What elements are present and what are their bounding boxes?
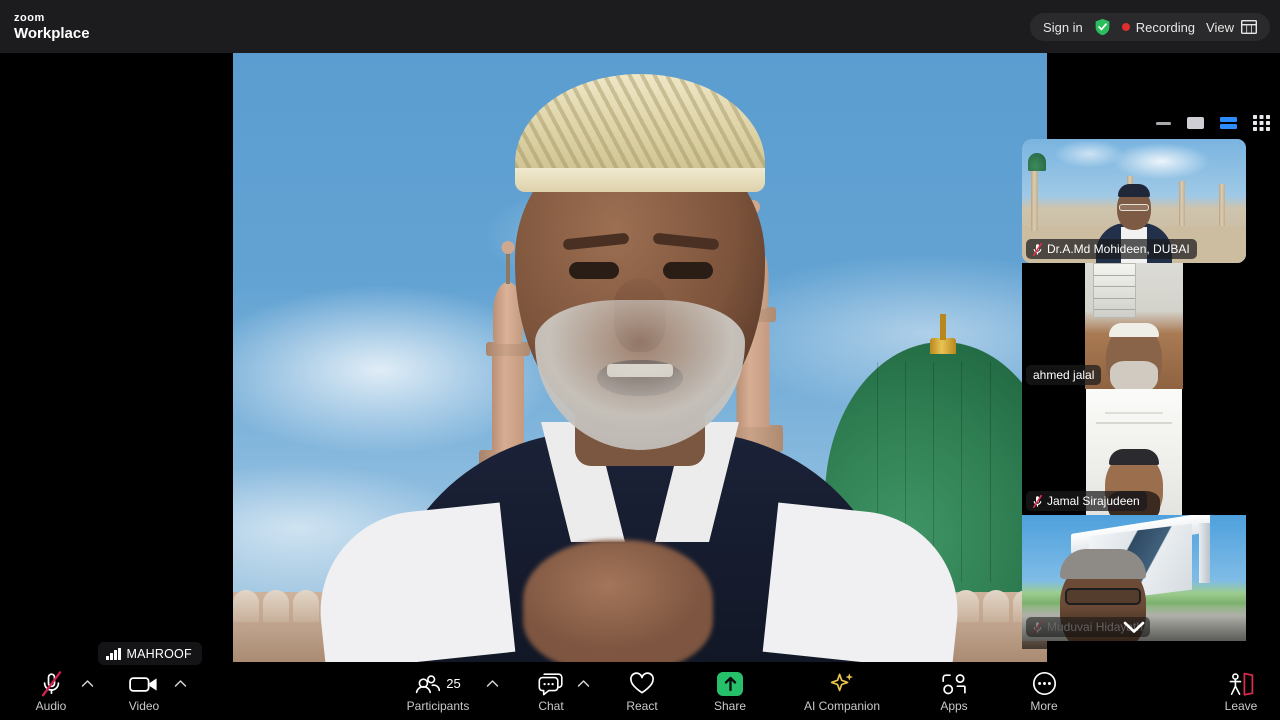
speaker-figure (310, 74, 968, 662)
react-button[interactable]: React (619, 664, 665, 718)
more-button[interactable]: More (1021, 664, 1067, 718)
participant-name-label: Dr.A.Md Mohideen, DUBAI (1026, 239, 1197, 259)
participant-thumbnail[interactable]: ahmed jalal (1022, 263, 1246, 389)
apps-icon (941, 671, 967, 697)
toolbar-center-group: 25 Participants Chat React Share AI Comp… (403, 664, 1067, 718)
mic-muted-icon (1033, 242, 1042, 256)
participants-count: 25 (446, 676, 461, 691)
participants-options-chevron-up-icon[interactable] (483, 675, 502, 693)
sign-in-button[interactable]: Sign in (1043, 20, 1083, 35)
more-label: More (1030, 698, 1058, 713)
recording-label: Recording (1135, 19, 1196, 35)
share-button[interactable]: Share (707, 664, 753, 718)
ellipsis-circle-icon (1032, 671, 1057, 697)
audio-options-chevron-up-icon[interactable] (78, 675, 97, 693)
chat-bubble-icon (538, 671, 564, 697)
participant-name-text: Dr.A.Md Mohideen, DUBAI (1047, 242, 1190, 256)
speaker-view-icon[interactable] (1220, 116, 1237, 135)
video-stage: MAHROOF Dr.A.Md Mohideen, DUBAI ahmed ja… (0, 53, 1280, 665)
brand-zoom-text: zoom (14, 11, 45, 24)
mic-muted-icon (39, 670, 64, 697)
view-label: View (1206, 19, 1234, 35)
ai-companion-button[interactable]: AI Companion (797, 664, 887, 718)
shield-check-icon[interactable] (1094, 18, 1111, 36)
main-speaker-name: MAHROOF (126, 646, 192, 661)
minimize-icon[interactable] (1156, 116, 1171, 135)
participant-name-text: ahmed jalal (1033, 368, 1095, 382)
heart-icon (629, 671, 655, 697)
main-speaker-name-badge: MAHROOF (98, 642, 202, 665)
toolbar-right-group: Leave (1218, 664, 1264, 718)
gallery-grid-icon[interactable] (1253, 115, 1270, 136)
participant-thumbnail[interactable]: Jamal Sirajudeen (1022, 389, 1246, 515)
react-label: React (626, 698, 658, 713)
participant-name-text: Jamal Sirajudeen (1047, 494, 1140, 508)
ai-companion-label: AI Companion (803, 698, 881, 713)
leave-door-icon (1227, 671, 1255, 697)
single-screen-icon[interactable] (1187, 116, 1204, 135)
camera-icon (129, 671, 159, 697)
scroll-participants-down-button[interactable] (1022, 605, 1246, 649)
layout-icon (1241, 20, 1257, 34)
zoom-meeting-window: zoom Workplace Sign in Recording View MA… (0, 0, 1280, 720)
people-icon (415, 674, 441, 694)
apps-label: Apps (940, 698, 968, 713)
chevron-down-icon (1123, 621, 1145, 634)
share-label: Share (713, 698, 747, 713)
brand-workplace-text: Workplace (14, 24, 90, 42)
audio-label: Audio (35, 698, 67, 713)
chat-button[interactable]: Chat (528, 664, 574, 718)
recording-dot-icon (1121, 23, 1130, 31)
audio-level-bars-icon (106, 647, 121, 660)
view-mode-controls (1156, 115, 1270, 136)
video-label: Video (128, 698, 160, 713)
leave-label: Leave (1224, 698, 1258, 713)
participant-name-label: Jamal Sirajudeen (1026, 491, 1147, 511)
audio-button[interactable]: Audio (28, 664, 74, 718)
chat-options-chevron-up-icon[interactable] (574, 675, 593, 693)
video-options-chevron-up-icon[interactable] (171, 675, 190, 693)
toolbar-left-group: Audio Video (28, 664, 190, 718)
participants-label: Participants (406, 698, 470, 713)
video-button[interactable]: Video (121, 664, 167, 718)
sparkle-icon (829, 671, 856, 697)
mic-muted-icon (1033, 494, 1042, 508)
participants-button[interactable]: 25 Participants (403, 664, 473, 718)
zoom-workplace-logo: zoom Workplace (0, 11, 90, 42)
recording-indicator[interactable]: Recording (1121, 19, 1196, 35)
main-speaker-video[interactable] (233, 53, 1047, 662)
participant-thumbnail[interactable]: Dr.A.Md Mohideen, DUBAI (1022, 139, 1246, 263)
participant-name-label: ahmed jalal (1026, 365, 1102, 385)
leave-button[interactable]: Leave (1218, 664, 1264, 718)
share-screen-icon (717, 671, 743, 696)
participants-thumbnail-strip: Dr.A.Md Mohideen, DUBAI ahmed jalal Jama… (1022, 139, 1246, 641)
chat-label: Chat (538, 698, 564, 713)
top-bar: zoom Workplace Sign in Recording View (0, 0, 1280, 53)
view-button[interactable]: View (1206, 20, 1257, 35)
top-right-controls: Sign in Recording View (1030, 13, 1270, 41)
meeting-toolbar: Audio Video 25 Participants Chat React S… (0, 662, 1280, 720)
apps-button[interactable]: Apps (931, 664, 977, 718)
